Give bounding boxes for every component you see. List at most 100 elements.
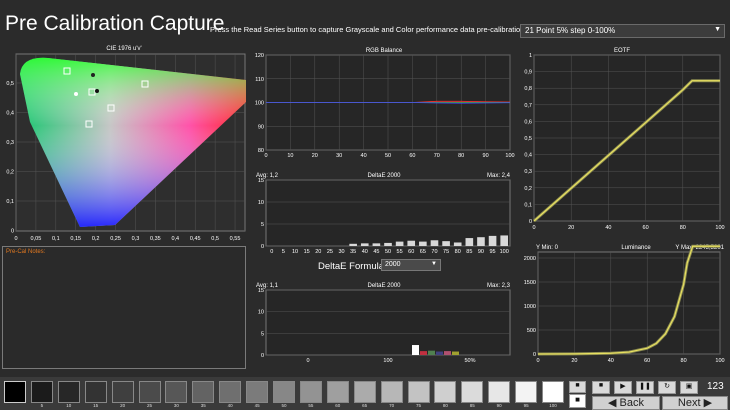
gray-swatch-10[interactable] <box>57 381 80 403</box>
y-tick-label: 10 <box>258 310 264 316</box>
preset-dropdown[interactable]: 21 Point 5% step 0-100% ▼ <box>520 24 725 38</box>
loop-icon: ↻ <box>664 383 670 390</box>
gray-swatch-75[interactable] <box>407 381 430 403</box>
gray-swatch-25[interactable] <box>138 381 161 403</box>
y-tick-label: 5 <box>261 222 264 228</box>
deltae-gray-title: DeltaE 2000 <box>367 173 401 179</box>
page-title: Pre Calibration Capture <box>5 12 225 35</box>
gray-swatch-90[interactable] <box>488 381 511 403</box>
cie-y-tick: 0 <box>11 229 14 235</box>
y-tick-label: 10 <box>258 200 264 206</box>
stop-button[interactable]: ■ <box>569 381 586 393</box>
x-tick-label: 80 <box>455 249 461 255</box>
cie-y-tick: 0,1 <box>6 199 14 205</box>
x-tick-label: 90 <box>478 249 484 255</box>
chevron-right-icon: ▶ <box>700 397 713 409</box>
gray-swatch-80[interactable] <box>434 381 457 403</box>
gray-swatch-5[interactable] <box>30 381 53 403</box>
x-tick-label: 20 <box>568 225 574 231</box>
x-tick-label: 5 <box>282 249 285 255</box>
options-icon: ▣ <box>685 383 693 390</box>
cie-y-tick: 0,5 <box>6 81 14 87</box>
step-counter: 123 <box>707 381 724 392</box>
gray-swatch-15[interactable] <box>84 381 107 403</box>
x-tick-label: 60 <box>644 358 650 364</box>
gray-swatch-20[interactable] <box>111 381 134 403</box>
pause-button[interactable]: ❚❚ <box>636 381 654 394</box>
deltae-bar <box>384 242 392 246</box>
x-tick-label: 80 <box>680 225 686 231</box>
y-tick-label: 0,3 <box>524 169 532 175</box>
options-button[interactable]: ▣ <box>680 381 698 394</box>
cie-x-tick: 0,35 <box>150 236 161 242</box>
deltae-bar <box>419 241 427 246</box>
swatch-label: 45 <box>254 403 260 408</box>
gray-swatch-55[interactable] <box>299 381 322 403</box>
y-tick-label: 0,5 <box>524 136 532 142</box>
x-tick-label: 95 <box>490 249 496 255</box>
deltae-formula-value: 2000 <box>385 261 401 268</box>
swatch-label: 80 <box>442 403 448 408</box>
back-button[interactable]: ◀ Back <box>592 396 660 410</box>
x-tick-label: 70 <box>434 153 440 159</box>
gray-swatch-30[interactable] <box>165 381 188 403</box>
preset-value: 21 Point 5% step 0-100% <box>525 26 616 35</box>
measure-button[interactable]: ■ <box>569 394 586 408</box>
swatch-label: 40 <box>227 403 233 408</box>
y-tick-label: 120 <box>255 53 264 59</box>
rgb-balance-chart: RGB Balance 12011010090800 10 20 30 40 50 60 70… <box>255 48 515 159</box>
x-tick-label: 0 <box>264 153 267 159</box>
gray-swatch-35[interactable] <box>192 381 215 403</box>
deltae-color-bar <box>412 345 419 355</box>
x-tick-label: 100 <box>500 249 509 255</box>
swatch-label: 50 <box>281 403 287 408</box>
swatch-label: 55 <box>308 403 314 408</box>
cie-x-tick: 0,2 <box>92 236 100 242</box>
gray-swatch-40[interactable] <box>219 381 242 403</box>
y-tick-label: 0,8 <box>524 86 532 92</box>
x-tick-label: 100 <box>383 358 392 364</box>
gray-swatch-95[interactable] <box>515 381 538 403</box>
cie-x-tick: 0 <box>14 236 17 242</box>
x-tick-label: 80 <box>458 153 464 159</box>
pre-cal-notes[interactable]: Pre-Cal Notes: <box>2 246 246 369</box>
gray-swatch-50[interactable] <box>273 381 295 403</box>
cie-y-tick: 0,4 <box>6 111 14 117</box>
x-tick-label: 30 <box>336 153 342 159</box>
play-button[interactable]: ▶ <box>614 381 632 394</box>
cie-x-tick: 0,55 <box>230 236 241 242</box>
deltae-color-max: Max: 2,3 <box>487 283 511 289</box>
deltae-formula-label: DeltaE Formula <box>318 261 384 272</box>
loop-button[interactable]: ↻ <box>658 381 676 394</box>
deltae-formula-select[interactable]: 2000 ▼ <box>381 259 441 271</box>
target-icon: ■ <box>575 395 580 404</box>
y-tick-label: 0,6 <box>524 119 532 125</box>
deltae-bar <box>407 240 416 246</box>
x-tick-label: 80 <box>681 358 687 364</box>
gray-swatch-45[interactable] <box>246 381 269 403</box>
gray-swatch-0[interactable] <box>4 381 26 403</box>
deltae-color-bar <box>436 351 443 355</box>
y-tick-label: 0,2 <box>524 186 532 192</box>
gray-swatch-60[interactable] <box>326 381 349 403</box>
chevron-down-icon: ▼ <box>431 261 437 267</box>
y-tick-label: 5 <box>261 331 264 337</box>
notes-label: Pre-Cal Notes: <box>6 249 46 255</box>
y-tick-label: 0,1 <box>524 202 532 208</box>
single-read-button[interactable]: ■ <box>592 381 610 394</box>
next-button[interactable]: Next ▶ <box>662 396 728 410</box>
cie-diagram: CIE 1976 u'v' 0 0,05 0,1 0,15 0,2 0,25 0,3 0,35… <box>6 46 246 242</box>
gray-swatch-100[interactable] <box>542 381 564 403</box>
gray-swatch-70[interactable] <box>380 381 403 403</box>
deltae-bar <box>477 237 485 246</box>
x-tick-label: 0 <box>306 358 309 364</box>
y-tick-label: 15 <box>258 288 264 294</box>
gray-swatch-85[interactable] <box>461 381 484 403</box>
gray-swatch-65[interactable] <box>353 381 376 403</box>
chevron-left-icon: ◀ <box>608 397 620 409</box>
deltae-bar <box>465 238 474 246</box>
swatch-label: 20 <box>120 403 126 408</box>
swatch-label: 15 <box>93 403 99 408</box>
y-tick-label: 90 <box>258 124 264 130</box>
x-tick-label: 40 <box>605 225 611 231</box>
